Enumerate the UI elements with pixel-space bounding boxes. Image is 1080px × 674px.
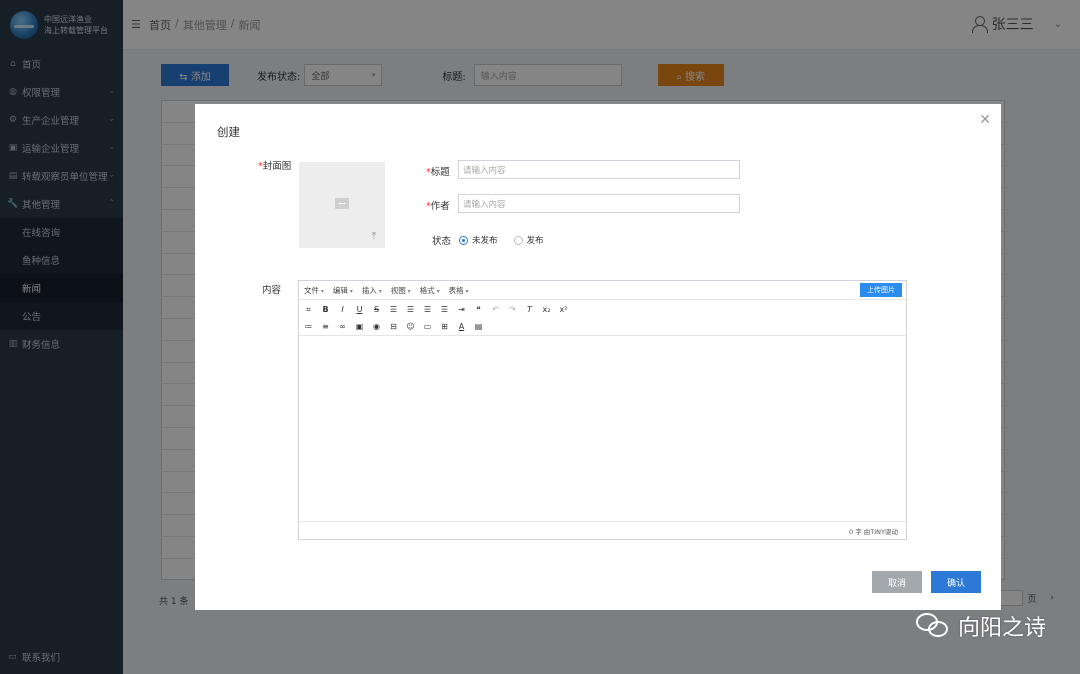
status-field-label: 状态 xyxy=(432,236,452,247)
menu-edit[interactable]: 编辑 xyxy=(333,285,353,296)
dialog-title: 创建 xyxy=(217,125,240,139)
text-color-icon[interactable]: A xyxy=(457,322,466,331)
title-field-label: *标题 xyxy=(426,164,450,178)
radio-unpublished[interactable] xyxy=(459,235,468,245)
table-icon[interactable]: ⊞ xyxy=(440,322,449,331)
upload-icon: ⤒ xyxy=(371,231,377,242)
align-center-icon[interactable]: ☰ xyxy=(406,305,415,314)
editor-toolbar-row-1: ⌗ B I U S ☰ ☰ ☰ ☰ ⇥ ❝ ↶ ↷ T x₂ x² xyxy=(299,300,906,318)
title-field-label-text: 标题 xyxy=(430,167,450,178)
menu-table[interactable]: 表格 xyxy=(449,285,469,296)
content-label: 内容 xyxy=(262,285,282,296)
author-field-label: *作者 xyxy=(426,198,450,212)
close-icon[interactable]: ✕ xyxy=(979,112,991,128)
underline-icon[interactable]: U xyxy=(355,305,364,314)
menu-insert[interactable]: 插入 xyxy=(362,285,382,296)
radio-published-label[interactable]: 发布 xyxy=(527,234,544,246)
create-news-dialog: 创建 ✕ *封面图 ⤒ *标题 请输入内容 *作者 请输入内容 状态 未发布 发… xyxy=(195,104,1001,610)
editor-menubar: 文件 编辑 插入 视图 格式 表格 上传图片 xyxy=(299,281,906,300)
bold-icon[interactable]: B xyxy=(321,305,330,314)
word-count: 0 字 由TINY驱动 xyxy=(849,528,898,536)
indent-icon[interactable]: ⇥ xyxy=(457,305,466,314)
author-field-label-text: 作者 xyxy=(430,201,450,212)
editor-content-area[interactable] xyxy=(299,336,906,522)
status-radio-group: 未发布 发布 xyxy=(459,234,556,246)
link-icon[interactable]: ∞ xyxy=(338,322,347,331)
app-root: 中国远洋渔业 海上转载管理平台 ⌂ 首页 ◍ 权限管理 ⌄ ⚙ 生产企业管理 ⌄… xyxy=(0,0,1080,674)
radio-unpublished-label[interactable]: 未发布 xyxy=(472,234,498,246)
redo-icon[interactable]: ↷ xyxy=(508,305,517,314)
numbered-list-icon[interactable]: ≡ xyxy=(321,322,330,331)
title-input[interactable]: 请输入内容 xyxy=(458,160,740,179)
cover-label: *封面图 xyxy=(258,158,291,172)
blockquote-icon[interactable]: ❝ xyxy=(474,305,483,314)
clear-format-icon[interactable]: T xyxy=(525,305,534,314)
italic-icon[interactable]: I xyxy=(338,305,347,314)
wechat-icon xyxy=(915,613,950,639)
align-left-icon[interactable]: ☰ xyxy=(389,305,398,314)
watermark-text: 向阳之诗 xyxy=(957,616,1046,641)
watermark: 向阳之诗 xyxy=(915,610,1046,642)
preview-icon[interactable]: ◉ xyxy=(372,322,381,331)
background-color-icon[interactable]: ▤ xyxy=(474,322,483,331)
radio-published[interactable] xyxy=(513,235,523,245)
upload-image-button[interactable]: 上传图片 xyxy=(860,283,902,297)
author-input[interactable]: 请输入内容 xyxy=(458,194,740,213)
strikethrough-icon[interactable]: S xyxy=(372,305,381,314)
undo-icon[interactable]: ↶ xyxy=(491,305,500,314)
menu-file[interactable]: 文件 xyxy=(304,285,324,296)
editor-statusbar: 0 字 由TINY驱动 xyxy=(299,522,906,540)
editor-toolbar-row-2: ≔ ≡ ∞ ▣ ◉ ⊟ ☺ ▭ ⊞ A ▤ xyxy=(299,318,906,336)
emoticon-icon[interactable]: ☺ xyxy=(406,322,415,331)
image-placeholder-icon xyxy=(335,198,349,209)
menu-view[interactable]: 视图 xyxy=(391,285,411,296)
subscript-icon[interactable]: x₂ xyxy=(542,305,551,314)
confirm-button[interactable]: 确认 xyxy=(931,571,981,593)
align-justify-icon[interactable]: ☰ xyxy=(440,305,449,314)
find-icon[interactable]: ⌗ xyxy=(304,305,313,314)
media-icon[interactable]: ▭ xyxy=(423,322,432,331)
horizontal-rule-icon[interactable]: ⊟ xyxy=(389,322,398,331)
image-icon[interactable]: ▣ xyxy=(355,322,364,331)
align-right-icon[interactable]: ☰ xyxy=(423,305,432,314)
cancel-button[interactable]: 取消 xyxy=(872,571,922,593)
rich-text-editor: 文件 编辑 插入 视图 格式 表格 上传图片 ⌗ B I U S ☰ ☰ ☰ ☰… xyxy=(298,280,907,540)
bullet-list-icon[interactable]: ≔ xyxy=(304,322,313,331)
superscript-icon[interactable]: x² xyxy=(559,305,568,314)
cover-upload[interactable]: ⤒ xyxy=(299,162,385,248)
cover-label-text: 封面图 xyxy=(262,161,292,172)
menu-format[interactable]: 格式 xyxy=(420,285,440,296)
